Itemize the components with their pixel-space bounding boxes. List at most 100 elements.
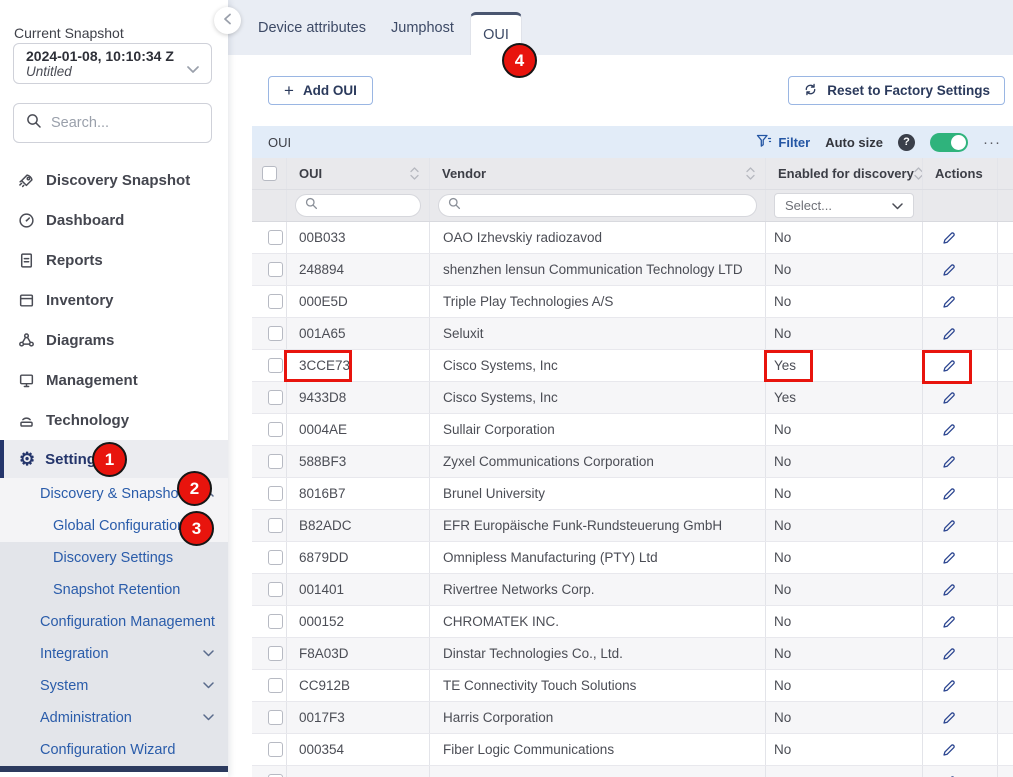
edit-pencil-icon[interactable]: [941, 422, 957, 438]
sidebar-collapse-button[interactable]: [214, 7, 241, 34]
toggle-knob: [951, 135, 966, 150]
row-checkbox-cell: [252, 350, 287, 381]
column-header-enabled[interactable]: Enabled for discovery: [766, 158, 923, 189]
enabled-cell: No: [766, 414, 923, 445]
oui-table-panel: OUI Filter Auto size ? ···: [252, 126, 1013, 777]
row-checkbox[interactable]: [268, 390, 283, 405]
sidebar-item-management[interactable]: Management: [0, 360, 228, 400]
row-checkbox-cell: [252, 574, 287, 605]
enabled-cell: No: [766, 606, 923, 637]
sidebar-footer-bar: [0, 766, 228, 772]
edit-pencil-icon[interactable]: [941, 230, 957, 246]
oui-cell: 8016B7: [287, 478, 430, 509]
gauge-icon: [18, 212, 36, 229]
row-checkbox[interactable]: [268, 678, 283, 693]
sidebar-subitem-integration[interactable]: Integration: [0, 638, 228, 670]
snapshot-dropdown[interactable]: 2024-01-08, 10:10:34 Z Untitled: [13, 43, 212, 84]
row-checkbox[interactable]: [268, 230, 283, 245]
sidebar-subitem-discovery-settings[interactable]: Discovery Settings: [0, 542, 228, 574]
sort-icon[interactable]: [746, 167, 755, 180]
vendor-filter-input[interactable]: [467, 198, 683, 213]
autosize-toggle[interactable]: [930, 133, 968, 152]
sidebar-item-technology[interactable]: Technology: [0, 400, 228, 440]
edit-pencil-icon[interactable]: [941, 710, 957, 726]
search-icon: [26, 113, 42, 134]
row-checkbox[interactable]: [268, 550, 283, 565]
row-checkbox[interactable]: [268, 646, 283, 661]
row-checkbox[interactable]: [268, 454, 283, 469]
sidebar-subitem-configuration-management[interactable]: Configuration Management: [0, 606, 228, 638]
more-options-icon[interactable]: ···: [983, 134, 1001, 151]
sidebar-item-discovery-snapshot[interactable]: Discovery Snapshot: [0, 160, 228, 200]
sidebar-item-inventory[interactable]: Inventory: [0, 280, 228, 320]
edit-pencil-icon[interactable]: [941, 678, 957, 694]
column-header-oui[interactable]: OUI: [287, 158, 430, 189]
edit-pencil-icon[interactable]: [941, 742, 957, 758]
tab-device-attributes[interactable]: Device attributes: [258, 0, 366, 55]
row-checkbox[interactable]: [268, 326, 283, 341]
oui-cell: 001401: [287, 574, 430, 605]
table-row: F8A03DDinstar Technologies Co., Ltd.No: [252, 638, 1013, 670]
help-icon[interactable]: ?: [898, 134, 915, 151]
edit-pencil-icon[interactable]: [941, 262, 957, 278]
edit-pencil-icon[interactable]: [941, 390, 957, 406]
oui-cell: F8A03D: [287, 638, 430, 669]
search-input[interactable]: [51, 115, 191, 131]
sidebar-item-reports[interactable]: Reports: [0, 240, 228, 280]
tab-jumphost[interactable]: Jumphost: [391, 0, 454, 55]
sidebar-subitem-administration[interactable]: Administration: [0, 702, 228, 734]
sidebar-item-diagrams[interactable]: Diagrams: [0, 320, 228, 360]
oui-cell: 9433D8: [287, 382, 430, 413]
row-checkbox-cell: [252, 670, 287, 701]
actions-cell: [923, 734, 998, 765]
reset-factory-button[interactable]: Reset to Factory Settings: [788, 76, 1005, 105]
sidebar-item-dashboard[interactable]: Dashboard: [0, 200, 228, 240]
annotation-box-oui: [284, 350, 352, 382]
actions-cell: [923, 478, 998, 509]
row-checkbox[interactable]: [268, 262, 283, 277]
row-checkbox[interactable]: [268, 742, 283, 757]
row-checkbox[interactable]: [268, 518, 283, 533]
row-checkbox[interactable]: [268, 582, 283, 597]
row-checkbox-cell: [252, 222, 287, 253]
spare-cell: [998, 702, 1013, 733]
box-icon: [18, 292, 36, 309]
row-checkbox[interactable]: [268, 614, 283, 629]
edit-pencil-icon[interactable]: [941, 294, 957, 310]
edit-pencil-icon[interactable]: [941, 614, 957, 630]
oui-cell: 248894: [287, 254, 430, 285]
sidebar-subitem-snapshot-retention[interactable]: Snapshot Retention: [0, 574, 228, 606]
add-oui-button[interactable]: + Add OUI: [268, 76, 373, 105]
filter-control[interactable]: Filter: [756, 134, 810, 151]
row-checkbox[interactable]: [268, 710, 283, 725]
actions-cell: [923, 510, 998, 541]
edit-pencil-icon[interactable]: [941, 486, 957, 502]
edit-pencil-icon[interactable]: [941, 646, 957, 662]
enabled-cell: No: [766, 734, 923, 765]
sidebar-subitem-configuration-wizard[interactable]: Configuration Wizard: [0, 734, 228, 766]
edit-pencil-icon[interactable]: [941, 550, 957, 566]
row-checkbox[interactable]: [268, 422, 283, 437]
oui-filter-input[interactable]: [324, 198, 405, 213]
vendor-cell: Fiber Logic Communications: [430, 734, 766, 765]
tab-label: Device attributes: [258, 20, 366, 36]
edit-pencil-icon[interactable]: [941, 582, 957, 598]
edit-pencil-icon[interactable]: [941, 326, 957, 342]
select-all-checkbox[interactable]: [262, 166, 277, 181]
enabled-cell: No: [766, 286, 923, 317]
vendor-cell: Rivertree Networks Corp.: [430, 574, 766, 605]
column-header-vendor[interactable]: Vendor: [430, 158, 766, 189]
enabled-filter-select[interactable]: Select...: [774, 193, 914, 218]
edit-pencil-icon[interactable]: [941, 518, 957, 534]
spare-cell: [998, 254, 1013, 285]
tab-label: Jumphost: [391, 20, 454, 36]
row-checkbox[interactable]: [268, 486, 283, 501]
sort-icon[interactable]: [410, 167, 419, 180]
edit-pencil-icon[interactable]: [941, 774, 957, 777]
sidebar-nav: Discovery SnapshotDashboardReportsInvent…: [0, 160, 228, 440]
edit-pencil-icon[interactable]: [941, 454, 957, 470]
sidebar-subitem-system[interactable]: System: [0, 670, 228, 702]
sort-icon[interactable]: [914, 167, 923, 180]
row-checkbox[interactable]: [268, 358, 283, 373]
row-checkbox[interactable]: [268, 294, 283, 309]
